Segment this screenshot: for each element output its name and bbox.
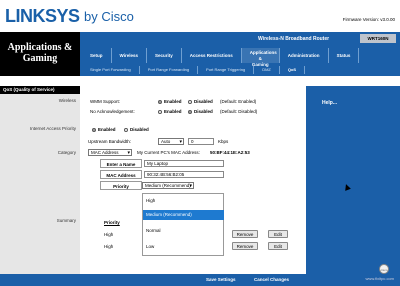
wmm-enabled-radio[interactable] [158,99,162,104]
tab-security[interactable]: Security [147,48,182,63]
category-select[interactable]: MAC Address [88,149,132,156]
summary-row-2-remove-button[interactable]: Remove [232,242,258,250]
qos-header: QoS (Quality of Service) [0,86,80,94]
cisco-byline: by Cisco [84,9,134,24]
save-settings-button[interactable]: Save Settings [200,276,242,284]
summary-row-1-edit-button[interactable]: Edit [268,230,288,238]
iap-enabled-option[interactable]: Enabled [92,127,116,132]
label-wireless: Wireless [58,98,76,103]
priority-option-normal[interactable]: Normal [143,226,224,236]
wmm-disabled-radio[interactable] [188,99,192,104]
no-ack-enabled-option[interactable]: Enabled [158,109,182,114]
cancel-changes-button[interactable]: Cancel Changes [248,276,295,284]
tab-setup[interactable]: Setup [82,48,112,63]
model-badge: WRT160N [360,34,396,43]
wmm-enabled-option[interactable]: Enabled [158,99,182,104]
summary-row-2-priority: High [104,244,114,249]
subtab-dmz[interactable]: DMZ [254,66,280,74]
upstream-bandwidth-input[interactable]: 0 [188,138,214,145]
no-ack-label: No Acknowledgement: [90,109,135,114]
product-name: Wireless-N Broadband Router [258,36,330,42]
summary-row-1-priority: High [104,232,114,237]
tab-status[interactable]: Status [329,48,360,63]
subtab-qos[interactable]: QoS [280,66,306,74]
subtab-port-range-triggering[interactable]: Port Range Triggering [198,66,255,74]
priority-option-medium[interactable]: Medium (Recommend) [143,210,224,220]
tab-wireless[interactable]: Wireless [112,48,147,63]
subtab-port-range-forwarding[interactable]: Port Range Forwarding [140,66,199,74]
no-ack-disabled-option[interactable]: Disabled [188,109,213,114]
wmm-default-note: (Default: Enabled) [220,99,257,104]
label-internet-access-priority: Internet Access Priority [29,126,76,131]
tab-administration[interactable]: Administration [280,48,329,63]
name-label: Enter a Name [100,159,142,168]
mac-input[interactable]: 90:32:4B:56:B2:05 [144,171,224,178]
main-tabs: Setup Wireless Security Access Restricti… [82,48,360,67]
tab-access-restrictions[interactable]: Access Restrictions [182,48,242,63]
priority-option-low[interactable]: Low [143,242,224,252]
label-category: Category [57,150,76,155]
name-input[interactable]: My Laptop [144,160,224,167]
header: LINKSYS by Cisco Firmware Version: v3.0.… [0,0,400,32]
summary-row-2-edit-button[interactable]: Edit [268,242,288,250]
iap-disabled-option[interactable]: Disabled [124,127,149,132]
sub-tabs: Single Port Forwarding Port Range Forwar… [82,66,306,74]
upstream-bandwidth-label: Upstream Bandwidth: [88,139,132,144]
firmware-version: Firmware Version: v3.0.00 [342,17,395,22]
watermark: www.fixitpc.com [365,276,394,281]
no-ack-enabled-radio[interactable] [158,109,162,114]
current-mac-label: My Current PC's MAC Address: [137,150,200,155]
tab-applications-gaming[interactable]: Applications & Gaming [241,48,280,67]
upstream-unit: Kbps [218,139,229,144]
upstream-mode-select[interactable]: Auto [158,138,184,145]
current-mac-value: 50:BF:44:1E:A2:53 [210,150,250,155]
section-title: Applications & Gaming [0,32,80,76]
no-ack-disabled-radio[interactable] [188,109,192,114]
priority-option-high[interactable]: High [143,196,224,206]
help-column [306,86,400,274]
linksys-logo: LINKSYS [5,6,80,26]
left-column [0,86,80,274]
mac-label: MAC Address [100,170,142,179]
summary-header-priority: Priority [104,220,120,225]
iap-disabled-radio[interactable] [124,127,128,132]
subtab-single-port-forwarding[interactable]: Single Port Forwarding [82,66,140,74]
wmm-disabled-option[interactable]: Disabled [188,99,213,104]
help-link[interactable]: Help... [322,100,337,106]
priority-select[interactable]: Medium (Recommend) [142,182,194,189]
no-ack-default-note: (Default: Disabled) [220,109,258,114]
label-summary: Summary [56,218,76,223]
priority-dropdown-list: High Medium (Recommend) Normal Low [142,193,224,256]
cisco-seal-icon: cisco [379,264,389,274]
summary-row-1-remove-button[interactable]: Remove [232,230,258,238]
iap-enabled-radio[interactable] [92,127,96,132]
wmm-support-label: WMM Support: [90,99,121,104]
priority-label: Priority [100,181,142,190]
